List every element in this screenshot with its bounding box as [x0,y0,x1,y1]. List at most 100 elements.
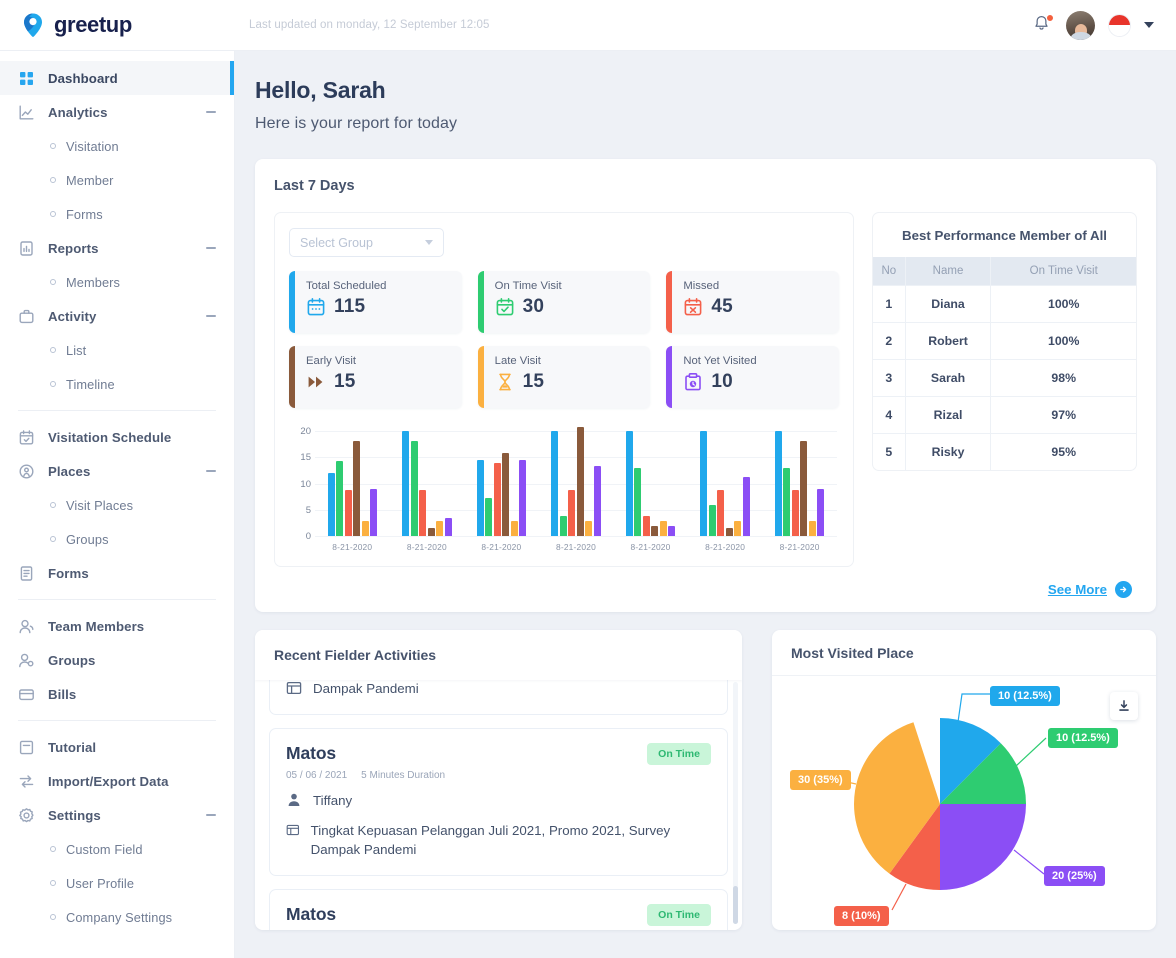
bar[interactable] [717,490,725,536]
bar[interactable] [791,490,799,536]
see-more-link[interactable]: See More [1048,581,1132,598]
table-row[interactable]: 1 Diana 100% [873,285,1136,323]
sidebar-subitem-list[interactable]: List [0,333,234,367]
bar[interactable] [436,521,444,536]
bar-group [774,426,825,536]
sidebar-subitem-company-settings[interactable]: Company Settings [0,900,234,934]
bar[interactable] [576,427,584,536]
bar[interactable] [651,525,659,536]
bar[interactable] [402,431,410,536]
collapse-toggle-icon[interactable] [206,247,216,249]
bar[interactable] [585,521,593,536]
brand-logo[interactable]: greetup [0,12,235,38]
language-flag-icon[interactable] [1109,14,1130,36]
bar[interactable] [370,488,378,536]
sidebar-subitem-member[interactable]: Member [0,163,234,197]
stat-card[interactable]: Total Scheduled 115 [289,271,462,333]
bar[interactable] [593,466,601,536]
sidebar-subitem-groups[interactable]: Groups [0,522,234,556]
bar[interactable] [783,468,791,536]
sidebar-subitem-label: Visit Places [66,497,134,513]
sidebar-item-settings[interactable]: Settings [0,798,234,832]
sidebar-item-tutorial[interactable]: Tutorial [0,730,234,764]
sidebar-item-places[interactable]: Places [0,454,234,488]
bar[interactable] [742,476,750,536]
sidebar-item-forms[interactable]: Forms [0,556,234,590]
bar[interactable] [659,521,667,536]
profile-chevron-down-icon[interactable] [1144,22,1154,28]
bar[interactable] [668,525,676,536]
dashboard-page: greetup Last updated on monday, 12 Septe… [0,0,1176,958]
sidebar-subitem-user-profile[interactable]: User Profile [0,866,234,900]
table-row[interactable]: 4 Rizal 97% [873,396,1136,434]
sidebar-subitem-visit-places[interactable]: Visit Places [0,488,234,522]
activity-card[interactable]: Matos On Time 05 / 06 / 2021 5 Minutes D… [269,727,728,876]
sidebar-item-team-members[interactable]: Team Members [0,609,234,643]
bar[interactable] [444,518,452,536]
sidebar-item-bills[interactable]: Bills [0,677,234,711]
bar[interactable] [634,468,642,536]
bar[interactable] [625,431,633,536]
bar[interactable] [419,490,427,536]
sidebar-subitem-timeline[interactable]: Timeline [0,367,234,401]
stat-card[interactable]: On Time Visit 30 [477,271,651,333]
sidebar-item-reports[interactable]: Reports [0,231,234,265]
sidebar-item-activity[interactable]: Activity [0,299,234,333]
bar[interactable] [344,490,352,536]
sidebar-item-analytics[interactable]: Analytics [0,95,234,129]
bar[interactable] [427,527,435,536]
sidebar-subitem-forms[interactable]: Forms [0,197,234,231]
bar[interactable] [485,497,493,536]
bar[interactable] [327,473,335,536]
bar[interactable] [808,521,816,536]
sidebar-item-label: Forms [48,565,89,581]
bullet-icon [50,177,56,183]
bar[interactable] [800,440,808,536]
user-avatar[interactable] [1066,10,1095,40]
collapse-toggle-icon[interactable] [206,111,216,113]
collapse-toggle-icon[interactable] [206,315,216,317]
bar[interactable] [559,516,567,536]
pie-slice[interactable] [940,804,1026,890]
bar[interactable] [519,459,527,536]
stat-card[interactable]: Late Visit 15 [477,346,651,408]
bar[interactable] [642,516,650,536]
table-row[interactable]: 3 Sarah 98% [873,359,1136,397]
collapse-toggle-icon[interactable] [206,814,216,816]
bar[interactable] [734,521,742,536]
bar[interactable] [336,461,344,536]
activities-scrollbar-thumb[interactable] [733,886,738,924]
collapse-toggle-icon[interactable] [206,470,216,472]
bar[interactable] [361,521,369,536]
bar[interactable] [817,488,825,536]
sidebar-subitem-members[interactable]: Members [0,265,234,299]
table-cell: 5 [873,433,906,470]
pie-slice-label: 10 (12.5%) [1048,728,1118,748]
bar[interactable] [510,521,518,536]
sidebar-subitem-visitation[interactable]: Visitation [0,129,234,163]
sidebar-item-dashboard[interactable]: Dashboard [0,61,234,95]
bar[interactable] [476,459,484,536]
bar[interactable] [502,452,510,536]
bar[interactable] [568,490,576,536]
sidebar-item-import-export-data[interactable]: Import/Export Data [0,764,234,798]
sidebar-subitem-custom-field[interactable]: Custom Field [0,832,234,866]
stat-card[interactable]: Early Visit 15 [289,346,462,408]
stat-card[interactable]: Missed 45 [666,271,839,333]
bar[interactable] [774,431,782,536]
bar[interactable] [551,431,559,536]
sidebar-item-visitation-schedule[interactable]: Visitation Schedule [0,420,234,454]
select-group-dropdown[interactable]: Select Group [289,228,444,257]
bar[interactable] [353,440,361,536]
bar[interactable] [708,505,716,536]
activity-card[interactable]: Matos On Time 05 / 06 / 2021 5 Minutes D… [269,888,728,930]
bar[interactable] [493,462,501,536]
table-row[interactable]: 5 Risky 95% [873,433,1136,470]
bar[interactable] [410,440,418,536]
stat-card[interactable]: Not Yet Visited 10 [666,346,839,408]
bar[interactable] [725,528,733,536]
sidebar-item-groups[interactable]: Groups [0,643,234,677]
notifications-button[interactable] [1032,14,1054,36]
table-row[interactable]: 2 Robert 100% [873,322,1136,360]
bar[interactable] [700,431,708,536]
